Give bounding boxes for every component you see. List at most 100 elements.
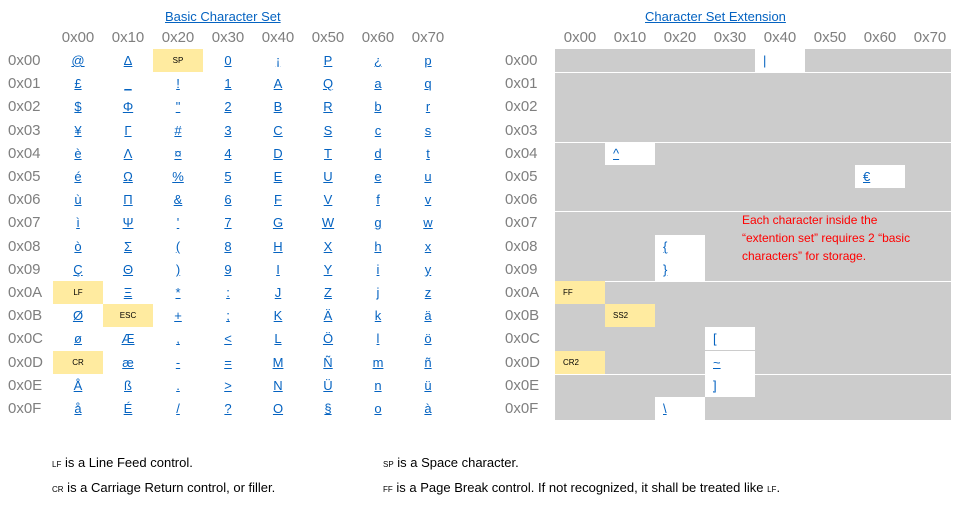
extension-character-link[interactable]: €	[855, 165, 905, 188]
character-link[interactable]: /	[153, 397, 203, 420]
character-link[interactable]: 3	[203, 119, 253, 142]
control-cell[interactable]: SS2	[605, 304, 655, 328]
character-link[interactable]: Ü	[303, 374, 353, 397]
character-link[interactable]: ;	[203, 304, 253, 327]
character-link[interactable]: R	[303, 95, 353, 118]
character-link[interactable]: n	[353, 374, 403, 397]
character-link[interactable]: ì	[53, 211, 103, 234]
character-link[interactable]: B	[253, 95, 303, 118]
character-link[interactable]: Ξ	[103, 281, 153, 304]
character-link[interactable]: é	[53, 165, 103, 188]
character-link[interactable]: Y	[303, 258, 353, 281]
character-link[interactable]: j	[353, 281, 403, 304]
character-link[interactable]: l	[353, 327, 403, 350]
character-link[interactable]: T	[303, 142, 353, 165]
character-link[interactable]: Ψ	[103, 211, 153, 234]
character-link[interactable]: ¿	[353, 49, 403, 72]
extension-character-link[interactable]: ]	[705, 373, 755, 397]
character-link[interactable]: O	[253, 397, 303, 420]
character-link[interactable]: o	[353, 397, 403, 420]
character-link[interactable]: Ø	[53, 304, 103, 327]
character-link[interactable]: 8	[203, 235, 253, 258]
character-link[interactable]: å	[53, 397, 103, 420]
character-link[interactable]: M	[253, 351, 303, 374]
character-link[interactable]: w	[403, 211, 453, 234]
character-link[interactable]: -	[153, 351, 203, 374]
character-link[interactable]: g	[353, 211, 403, 234]
control-cell[interactable]: CR	[53, 350, 103, 374]
character-link[interactable]: '	[153, 211, 203, 234]
character-link[interactable]: r	[403, 95, 453, 118]
character-link[interactable]: z	[403, 281, 453, 304]
character-link[interactable]: Z	[303, 281, 353, 304]
character-link[interactable]: ß	[103, 374, 153, 397]
character-link[interactable]: p	[403, 49, 453, 72]
character-link[interactable]: à	[403, 397, 453, 420]
extension-character-link[interactable]: [	[705, 327, 755, 351]
character-link[interactable]: k	[353, 304, 403, 327]
character-link[interactable]: 7	[203, 211, 253, 234]
character-link[interactable]: £	[53, 72, 103, 95]
character-link[interactable]: C	[253, 119, 303, 142]
character-link[interactable]: d	[353, 142, 403, 165]
character-link[interactable]: Ñ	[303, 351, 353, 374]
character-link[interactable]: ¥	[53, 119, 103, 142]
character-link[interactable]: ¡	[253, 49, 303, 72]
character-link[interactable]: 2	[203, 95, 253, 118]
character-link[interactable]: F	[253, 188, 303, 211]
character-link[interactable]: <	[203, 327, 253, 350]
character-link[interactable]: G	[253, 211, 303, 234]
character-link[interactable]: Γ	[103, 119, 153, 142]
character-link[interactable]: ?	[203, 397, 253, 420]
character-link[interactable]: S	[303, 119, 353, 142]
character-link[interactable]: Ç	[53, 258, 103, 281]
character-link[interactable]: D	[253, 142, 303, 165]
character-link[interactable]: Æ	[103, 327, 153, 350]
character-link[interactable]: q	[403, 72, 453, 95]
character-link[interactable]: æ	[103, 351, 153, 374]
character-link[interactable]: 6	[203, 188, 253, 211]
character-link[interactable]: v	[403, 188, 453, 211]
character-link[interactable]: >	[203, 374, 253, 397]
character-link[interactable]: @	[53, 49, 103, 72]
character-link[interactable]: Φ	[103, 95, 153, 118]
control-cell[interactable]: ESC	[103, 304, 153, 328]
character-link[interactable]: A	[253, 72, 303, 95]
character-link[interactable]: "	[153, 95, 203, 118]
character-link[interactable]: Θ	[103, 258, 153, 281]
character-link[interactable]: U	[303, 165, 353, 188]
character-link[interactable]: W	[303, 211, 353, 234]
character-link[interactable]: Å	[53, 374, 103, 397]
character-link[interactable]: s	[403, 119, 453, 142]
character-link[interactable]: x	[403, 235, 453, 258]
extension-character-link[interactable]: }	[655, 257, 705, 281]
extension-character-link[interactable]: \	[655, 397, 705, 420]
character-link[interactable]: L	[253, 327, 303, 350]
character-link[interactable]: ñ	[403, 351, 453, 374]
character-link[interactable]: h	[353, 235, 403, 258]
character-link[interactable]: V	[303, 188, 353, 211]
character-link[interactable]: ,	[153, 327, 203, 350]
character-link[interactable]: P	[303, 49, 353, 72]
character-link[interactable]: c	[353, 119, 403, 142]
character-link[interactable]: :	[203, 281, 253, 304]
control-cell[interactable]: CR2	[555, 350, 605, 374]
character-link[interactable]: K	[253, 304, 303, 327]
character-link[interactable]: f	[353, 188, 403, 211]
character-link[interactable]: *	[153, 281, 203, 304]
control-cell[interactable]: FF	[555, 281, 605, 304]
extension-character-link[interactable]: ~	[705, 350, 755, 374]
character-link[interactable]: ö	[403, 327, 453, 350]
character-link[interactable]: !	[153, 72, 203, 95]
character-link[interactable]: ù	[53, 188, 103, 211]
character-link[interactable]: Q	[303, 72, 353, 95]
extension-character-link[interactable]: |	[755, 49, 805, 72]
character-link[interactable]: &	[153, 188, 203, 211]
extension-character-link[interactable]: ^	[605, 141, 655, 165]
character-link[interactable]: a	[353, 72, 403, 95]
character-link[interactable]: J	[253, 281, 303, 304]
basic-set-title[interactable]: Basic Character Set	[165, 9, 281, 24]
character-link[interactable]: Λ	[103, 142, 153, 165]
character-link[interactable]: É	[103, 397, 153, 420]
character-link[interactable]: _	[103, 72, 153, 95]
